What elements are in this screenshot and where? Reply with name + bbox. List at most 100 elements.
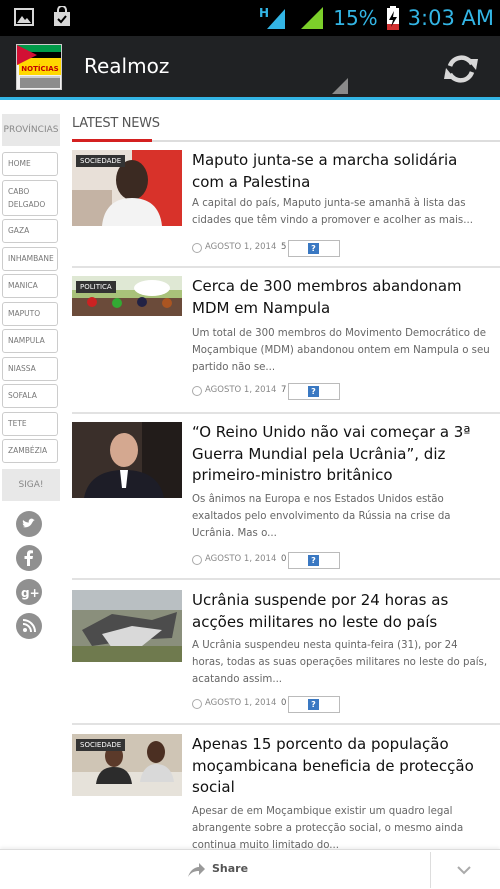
news-item[interactable]: POLITICA Cerca de 300 membros abandonam … xyxy=(72,276,500,404)
province-gaza[interactable]: GAZA xyxy=(2,219,58,243)
bottom-bar-separator xyxy=(430,852,431,888)
provinces-sidebar: PROVÍNCIAS HOME CABO DELGADO GAZA INHAMB… xyxy=(2,114,60,647)
article-divider xyxy=(72,412,500,414)
share-label: Share xyxy=(212,862,249,875)
comment-count: 5 xyxy=(281,242,287,252)
article-date: AGOSTO 1, 2014 xyxy=(205,554,277,564)
network-signal-icon: H xyxy=(259,5,291,31)
province-nampula[interactable]: NAMPULA xyxy=(2,329,58,353)
article-meta: AGOSTO 1, 2014 5 ? xyxy=(192,240,352,258)
article-title[interactable]: Maputo junta-se a marcha solidária com a… xyxy=(192,150,492,193)
comment-icon: ? xyxy=(308,386,319,397)
svg-text:H: H xyxy=(259,6,269,20)
status-bar: H 15% 3:03 AM xyxy=(0,0,500,36)
province-home[interactable]: HOME xyxy=(2,152,58,176)
share-button[interactable]: Share xyxy=(186,858,266,882)
action-bar-accent-line xyxy=(0,97,500,100)
province-maputo[interactable]: MAPUTO xyxy=(2,301,58,326)
comment-count: 0 xyxy=(281,554,287,564)
article-thumbnail[interactable]: SOCIEDADE xyxy=(72,734,182,796)
refresh-icon xyxy=(444,55,478,83)
expand-button[interactable] xyxy=(452,860,476,880)
news-item[interactable]: SOCIEDADE Apenas 15 porcento da populaçã… xyxy=(72,734,500,851)
article-meta: AGOSTO 1, 2014 7 ? xyxy=(192,383,352,401)
province-zambezia[interactable]: ZAMBÉZIA xyxy=(2,439,58,463)
article-title[interactable]: Cerca de 300 membros abandonam MDM em Na… xyxy=(192,276,492,319)
comment-icon: ? xyxy=(308,243,319,254)
comment-button[interactable]: ? xyxy=(288,552,340,569)
article-excerpt: Os ânimos na Europa e nos Estados Unidos… xyxy=(192,494,451,539)
province-tete[interactable]: TETE xyxy=(2,411,58,436)
wifi-signal-icon xyxy=(299,5,325,31)
province-inhambane[interactable]: INHAMBANE xyxy=(2,246,58,271)
article-thumbnail[interactable]: POLITICA xyxy=(72,276,182,316)
comment-icon: ? xyxy=(308,699,319,710)
app-root: H 15% 3:03 AM NOTÍCIAS Realmoz PROVÍNCIA… xyxy=(0,0,500,889)
svg-text:g+: g+ xyxy=(21,586,40,600)
latest-news-underline xyxy=(72,139,500,142)
clock-icon xyxy=(192,243,202,253)
comment-button[interactable]: ? xyxy=(288,383,340,400)
twitter-icon[interactable] xyxy=(16,511,42,537)
app-logo-icon[interactable]: NOTÍCIAS xyxy=(16,44,62,90)
google-plus-icon[interactable]: g+ xyxy=(16,579,42,605)
news-item[interactable]: SOCIEDADE Maputo junta-se a marcha solid… xyxy=(72,150,500,270)
latest-news-title: LATEST NEWS xyxy=(72,116,160,131)
article-thumbnail[interactable]: SOCIEDADE xyxy=(72,150,182,226)
news-item[interactable]: Ucrânia suspende por 24 horas as acções … xyxy=(72,590,500,720)
spinner-dropdown-indicator[interactable] xyxy=(332,78,348,94)
action-bar: NOTÍCIAS Realmoz xyxy=(0,36,500,100)
clock-time: 3:03 AM xyxy=(407,6,494,30)
article-divider xyxy=(72,266,500,268)
battery-percent: 15% xyxy=(333,6,378,30)
province-manica[interactable]: MANICA xyxy=(2,274,58,298)
clock-icon xyxy=(192,555,202,565)
news-item[interactable]: “O Reino Unido não vai começar a 3ª Guer… xyxy=(72,422,500,580)
refresh-button[interactable] xyxy=(440,48,482,90)
article-meta: AGOSTO 1, 2014 0 ? xyxy=(192,552,352,570)
comment-button[interactable]: ? xyxy=(288,240,340,257)
provinces-list: HOME CABO DELGADO GAZA INHAMBANE MANICA … xyxy=(2,152,60,463)
clock-icon xyxy=(192,386,202,396)
newspaper-graphic xyxy=(20,76,60,88)
battery-charging-icon xyxy=(386,5,400,31)
logo-text: NOTÍCIAS xyxy=(19,64,61,75)
app-title[interactable]: Realmoz xyxy=(84,54,169,78)
article-excerpt: Apesar de em Moçambique existir um quadr… xyxy=(192,806,464,851)
rss-icon[interactable] xyxy=(16,613,42,639)
category-badge: SOCIEDADE xyxy=(76,155,126,167)
provinces-header: PROVÍNCIAS xyxy=(2,114,60,146)
follow-header: SIGA! xyxy=(2,469,60,501)
article-title[interactable]: Ucrânia suspende por 24 horas as acções … xyxy=(192,590,492,633)
article-excerpt: A capital do país, Maputo junta-se amanh… xyxy=(192,198,473,226)
article-thumbnail[interactable] xyxy=(72,590,182,662)
article-title[interactable]: “O Reino Unido não vai começar a 3ª Guer… xyxy=(192,422,492,487)
article-divider xyxy=(72,578,500,580)
comment-count: 0 xyxy=(281,698,287,708)
article-excerpt: Um total de 300 membros do Movimento Dem… xyxy=(192,328,490,373)
facebook-icon[interactable] xyxy=(16,545,42,571)
clock-icon xyxy=(192,699,202,709)
comment-button[interactable]: ? xyxy=(288,696,340,713)
social-links: g+ xyxy=(2,511,60,639)
image-notification-icon xyxy=(14,6,34,28)
category-badge: POLITICA xyxy=(76,281,116,293)
article-date: AGOSTO 1, 2014 xyxy=(205,698,277,708)
article-title[interactable]: Apenas 15 porcento da população moçambic… xyxy=(192,734,492,799)
notification-icons xyxy=(14,6,72,28)
article-thumbnail[interactable] xyxy=(72,422,182,498)
article-excerpt: A Ucrânia suspendeu nesta quinta-feira (… xyxy=(192,640,488,685)
chevron-down-icon xyxy=(457,866,471,875)
article-meta: AGOSTO 1, 2014 0 ? xyxy=(192,696,352,714)
share-icon xyxy=(188,863,205,877)
article-date: AGOSTO 1, 2014 xyxy=(205,385,277,395)
comment-icon: ? xyxy=(308,555,319,566)
province-sofala[interactable]: SOFALA xyxy=(2,384,58,408)
article-divider xyxy=(72,723,500,725)
main-content: LATEST NEWS SOCIEDADE Maputo junta-se a … xyxy=(72,116,500,851)
province-niassa[interactable]: NIASSA xyxy=(2,356,58,381)
category-badge: SOCIEDADE xyxy=(76,739,126,751)
province-cabo-delgado[interactable]: CABO DELGADO xyxy=(2,179,58,216)
comment-count: 7 xyxy=(281,385,287,395)
shopping-bag-icon xyxy=(52,6,72,28)
